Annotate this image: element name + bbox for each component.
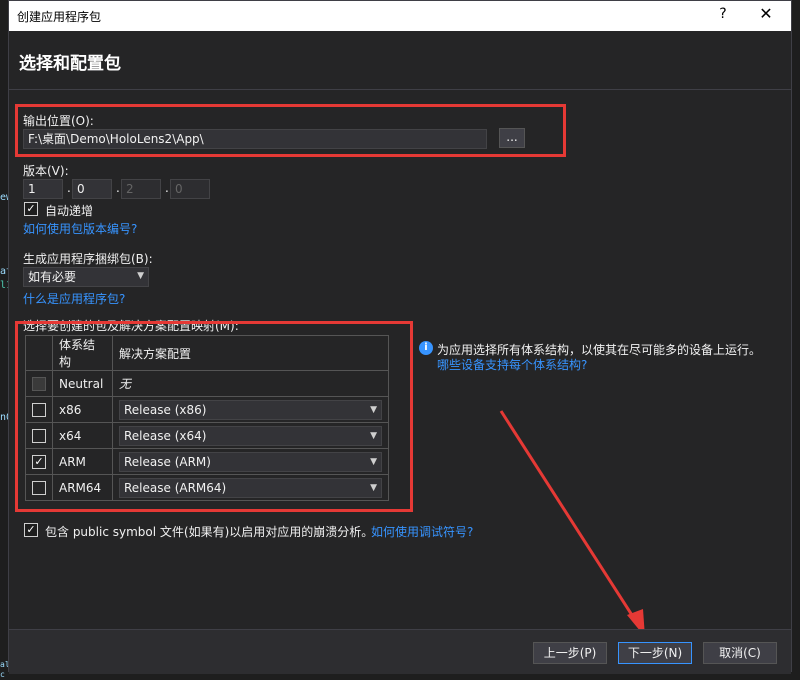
editor-fragment: c bbox=[0, 670, 5, 679]
next-button[interactable]: 下一步(N) bbox=[618, 642, 692, 664]
annotation-arrow bbox=[499, 410, 645, 637]
back-button[interactable]: 上一步(P) bbox=[533, 642, 607, 664]
cancel-button[interactable]: 取消(C) bbox=[703, 642, 777, 664]
create-app-package-dialog: 创建应用程序包 ? ✕ 选择和配置包 输出位置(O): F:\桌面\Demo\H… bbox=[8, 0, 792, 674]
dialog-footer: 上一步(P) 下一步(N) 取消(C) bbox=[9, 629, 791, 674]
